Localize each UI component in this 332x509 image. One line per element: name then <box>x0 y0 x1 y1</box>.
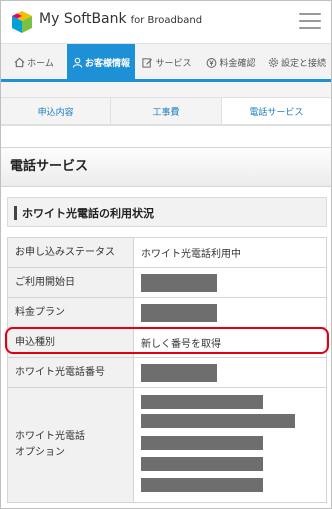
sub-nav-area: 申込内容 工事費 電話サービス <box>1 79 331 125</box>
yen-icon <box>207 57 217 68</box>
global-nav: ホーム お客様情報 サービス 料金確認 設定と接続 <box>1 43 331 80</box>
table-row: 料金プラン <box>8 298 326 328</box>
table-row: ホワイト光電話 オプション <box>8 388 326 502</box>
redacted-value <box>141 364 217 382</box>
redacted-value <box>141 457 263 471</box>
nav-service[interactable]: サービス <box>135 44 199 80</box>
tab-construction-fee[interactable]: 工事費 <box>111 98 222 124</box>
table-row: お申し込みステータス ホワイト光電話利用中 <box>8 238 326 268</box>
nav-home[interactable]: ホーム <box>1 44 67 80</box>
redacted-value <box>141 395 263 409</box>
nav-customer-info-label: お客様情報 <box>84 58 130 69</box>
table-row: ホワイト光電話番号 <box>8 358 326 388</box>
row-label: 料金プラン <box>8 298 134 327</box>
nav-settings-label: 設定と接続 <box>280 58 326 69</box>
redacted-value <box>141 414 295 428</box>
page-frame: My SoftBank for Broadband ホーム お客様情報 サービス … <box>0 0 332 509</box>
row-label: ホワイト光電話 オプション <box>8 388 134 502</box>
row-value <box>134 358 326 387</box>
tab-phone-service[interactable]: 電話サービス <box>221 98 331 124</box>
redacted-value <box>141 436 263 450</box>
softbank-cube-logo-icon[interactable] <box>10 10 34 34</box>
section-heading-text: ホワイト光電話の利用状況 <box>22 207 154 220</box>
table-row: ご利用開始日 <box>8 268 326 298</box>
section-heading: ホワイト光電話の利用状況 <box>7 197 327 227</box>
row-label: ホワイト光電話番号 <box>8 358 134 387</box>
sub-tabs: 申込内容 工事費 電話サービス <box>1 97 331 125</box>
redacted-value <box>141 304 217 322</box>
nav-customer-info[interactable]: お客様情報 <box>67 44 135 80</box>
home-icon <box>14 57 25 67</box>
redacted-value <box>141 478 263 492</box>
highlight-outline <box>5 327 329 354</box>
usage-status-table: お申し込みステータス ホワイト光電話利用中 ご利用開始日 料金プラン 申込種別 … <box>7 237 327 503</box>
row-value <box>134 388 326 502</box>
nav-settings[interactable]: 設定と接続 <box>263 44 331 80</box>
page-title: 電話サービス <box>1 147 331 187</box>
nav-billing-label: 料金確認 <box>219 58 256 69</box>
row-value <box>134 298 326 327</box>
brand-name: My SoftBank <box>39 11 127 27</box>
edit-icon <box>142 57 153 68</box>
row-label: ご利用開始日 <box>8 268 134 297</box>
header: My SoftBank for Broadband <box>1 1 331 43</box>
user-icon <box>72 57 83 68</box>
row-value <box>134 268 326 297</box>
brand-subtitle: for Broadband <box>130 15 203 26</box>
nav-billing[interactable]: 料金確認 <box>199 44 263 80</box>
nav-home-label: ホーム <box>27 58 54 69</box>
row-value: ホワイト光電話利用中 <box>134 238 326 267</box>
hamburger-menu-icon[interactable] <box>299 13 321 31</box>
brand-title[interactable]: My SoftBank for Broadband <box>39 11 202 27</box>
spacer <box>1 125 331 147</box>
gear-icon <box>268 57 279 67</box>
nav-service-label: サービス <box>155 58 192 69</box>
redacted-value <box>141 274 217 292</box>
row-label: お申し込みステータス <box>8 238 134 267</box>
tab-application[interactable]: 申込内容 <box>1 98 112 124</box>
section-heading-bar <box>14 206 17 220</box>
